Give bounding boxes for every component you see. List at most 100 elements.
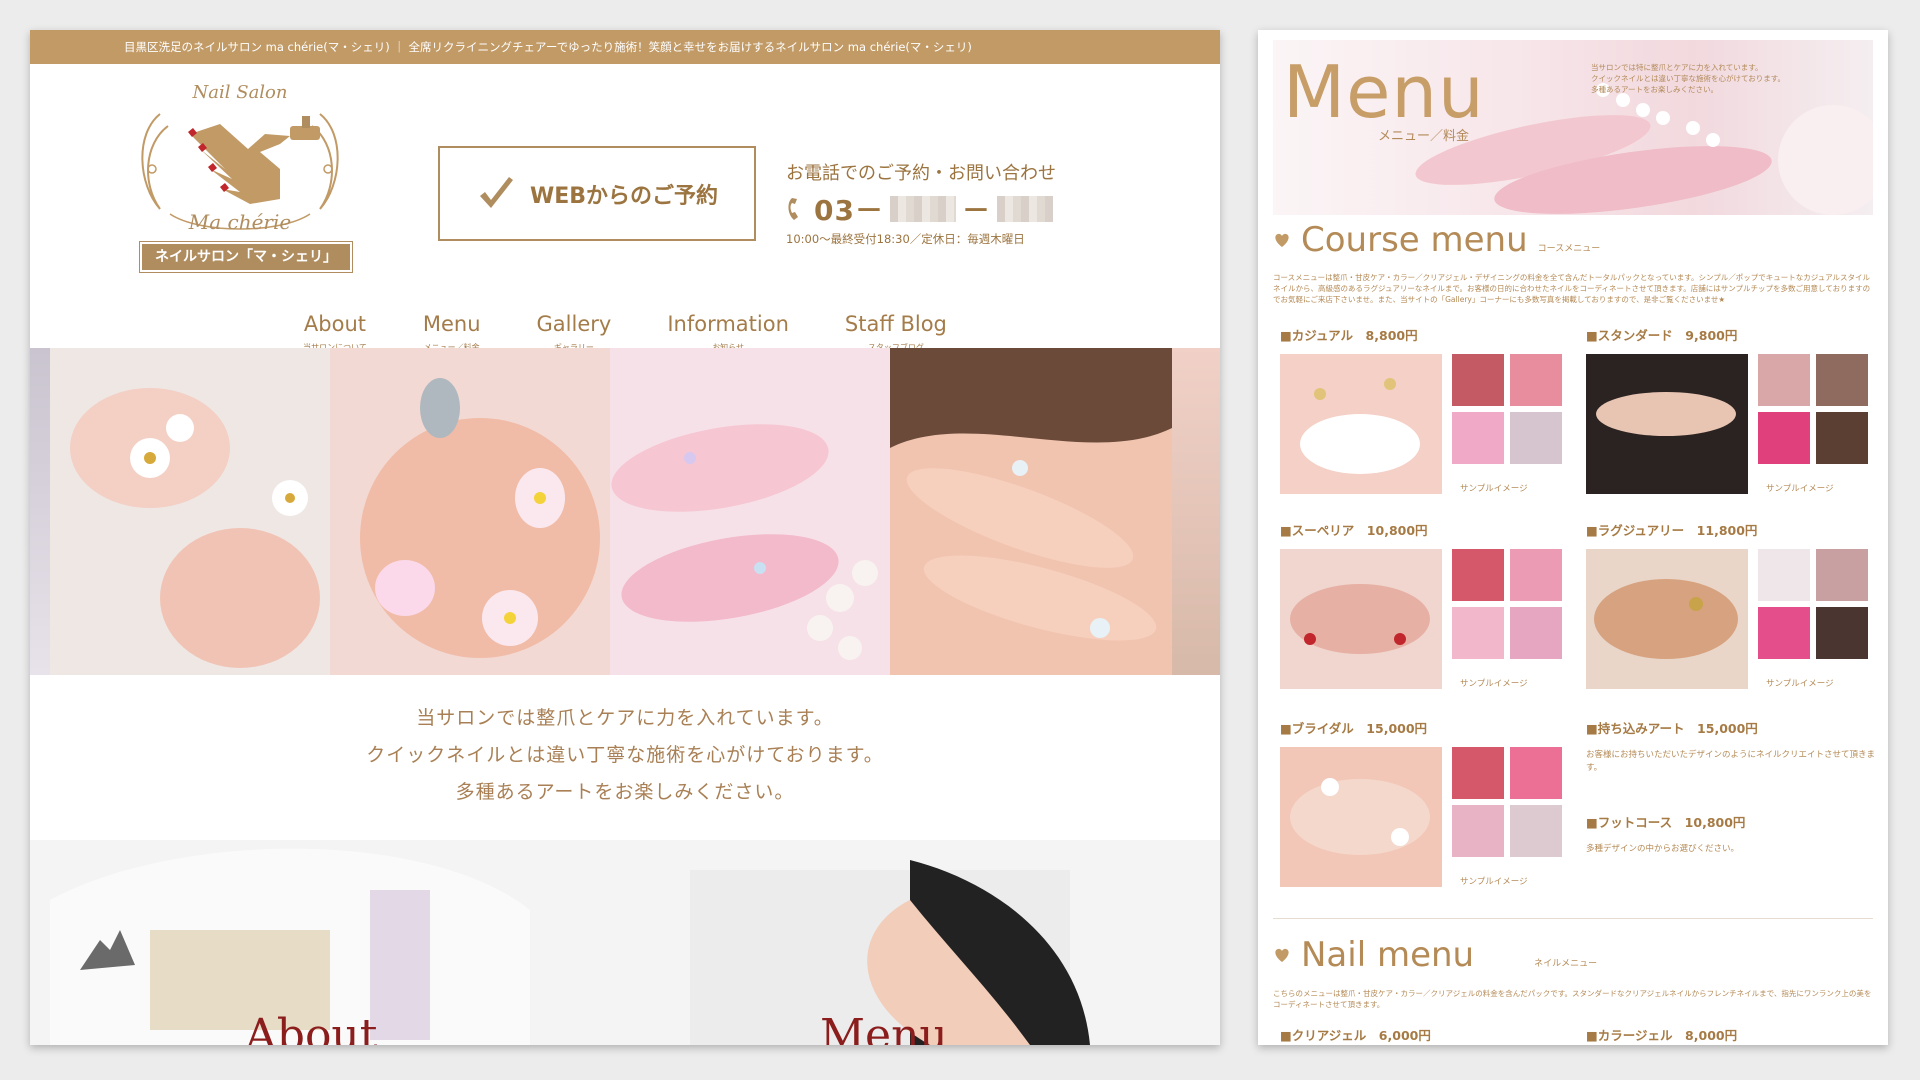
course-name: ■持ち込みアート 15,000円: [1586, 721, 1758, 736]
sample-thumb[interactable]: [1510, 412, 1562, 464]
sample-thumb[interactable]: [1452, 607, 1504, 659]
intro-message: 当サロンでは整爪とケアに力を入れています。 クイックネイルとは違い丁寧な施術を心…: [30, 700, 1220, 811]
hero-slider[interactable]: [30, 348, 1220, 675]
course-name: ■ブライダル 15,000円: [1280, 721, 1428, 736]
nail-item: ■クリアジェル 6,000円: [1280, 1028, 1431, 1043]
site-header: Nail Salon Ma chérie ネイルサロン「マ・シェリ」 WEBから…: [30, 64, 1220, 354]
svg-text:Nail Salon: Nail Salon: [192, 82, 288, 103]
sample-thumb[interactable]: [1758, 607, 1810, 659]
sample-thumb[interactable]: [1816, 412, 1868, 464]
section-divider: [1273, 918, 1873, 919]
menu-page-title: Menu: [1283, 50, 1485, 134]
course-name: ■フットコース 10,800円: [1586, 815, 1746, 830]
course-bring-art: ■持ち込みアート 15,000円 お客様にお持ちいただいたデザインのようにネイル…: [1586, 718, 1876, 775]
course-bridal: ■ブライダル 15,000円 サンプルイメージ: [1280, 718, 1570, 897]
sample-thumb[interactable]: [1452, 549, 1504, 601]
sample-caption: サンプルイメージ: [1460, 679, 1528, 689]
sample-thumb[interactable]: [1758, 549, 1810, 601]
course-menu-heading: Course menu コースメニュー: [1273, 220, 1600, 260]
sample-caption: サンプルイメージ: [1460, 484, 1528, 494]
phone-number-prefix[interactable]: 03－: [814, 189, 884, 229]
course-menu-desc: コースメニューは整爪・甘皮ケア・カラー／クリアジェル・デザイニングの料金を全て含…: [1273, 273, 1871, 304]
course-main-photo[interactable]: [1280, 549, 1442, 689]
sample-thumb[interactable]: [1452, 805, 1504, 857]
menu-hero-banner: Menu メニュー／料金 当サロンでは特に整爪とケアに力を入れています。 クイッ…: [1273, 40, 1873, 215]
menu-page: Menu メニュー／料金 当サロンでは特に整爪とケアに力を入れています。 クイッ…: [1258, 30, 1888, 1045]
course-foot: ■フットコース 10,800円 多種デザインの中からお選びください。: [1586, 812, 1876, 856]
sample-thumb[interactable]: [1452, 747, 1504, 799]
web-reservation-button[interactable]: WEBからのご予約: [438, 146, 756, 241]
nav-item-gallery[interactable]: Gallery ギャラリー: [509, 312, 640, 353]
nav-label: About: [303, 312, 367, 336]
intro-line: 当サロンでは整爪とケアに力を入れています。: [416, 707, 834, 729]
nav-label: Menu: [422, 312, 481, 336]
sample-thumb[interactable]: [1452, 354, 1504, 406]
nail-menu-heading: Nail menu ネイルメニュー: [1273, 935, 1597, 975]
course-luxury: ■ラグジュアリー 11,800円 サンプルイメージ: [1586, 520, 1876, 699]
feature-tiles: About Menu: [30, 840, 1220, 1045]
phone-caption: お電話でのご予約・お問い合わせ: [786, 163, 1056, 184]
global-nav: About 当サロンについて Menu メニュー／料金 Gallery ギャラリ…: [30, 312, 1220, 353]
sample-thumb[interactable]: [1510, 747, 1562, 799]
nav-label: Information: [667, 312, 789, 336]
sample-thumb[interactable]: [1816, 607, 1868, 659]
intro-line: 多種あるアートをお楽しみください。: [455, 781, 795, 803]
nail-menu-desc: こちらのメニューは整爪・甘皮ケア・カラー／クリアジェルの料金を含んだパックです。…: [1273, 989, 1872, 1009]
web-reservation-label: WEBからのご予約: [529, 183, 719, 209]
tile-menu-title[interactable]: Menu: [820, 1010, 948, 1045]
top-banner-text: 目黒区洗足のネイルサロン ma chérie(マ・シェリ) ｜ 全席リクライニン…: [30, 30, 1220, 64]
nav-item-staff-blog[interactable]: Staff Blog スタッフブログ: [817, 312, 975, 353]
nail-menu-title: Nail menu: [1301, 935, 1475, 975]
heart-icon: [1275, 233, 1289, 247]
phone-contact: お電話でのご予約・お問い合わせ 03－ － 10:00〜最終受付18:30／定休…: [786, 159, 1086, 247]
nav-label: Gallery: [536, 312, 612, 336]
course-main-photo[interactable]: [1280, 354, 1442, 494]
heart-icon: [1275, 948, 1289, 962]
course-menu-sub: コースメニュー: [1537, 244, 1601, 254]
course-main-photo[interactable]: [1586, 549, 1748, 689]
intro-line: クイックネイルとは違い丁寧な施術を心がけております。: [366, 744, 884, 766]
menu-hero-note: 当サロンでは特に整爪とケアに力を入れています。 クイックネイルとは違い丁寧な施術…: [1591, 63, 1786, 94]
nav-item-about[interactable]: About 当サロンについて: [275, 312, 395, 353]
sample-thumb[interactable]: [1510, 805, 1562, 857]
sample-thumb[interactable]: [1510, 607, 1562, 659]
hero-slide-pastel-nails: [330, 348, 610, 675]
nav-item-information[interactable]: Information お知らせ: [639, 312, 817, 353]
nail-item: ■カラージェル 8,000円: [1586, 1028, 1738, 1043]
sample-caption: サンプルイメージ: [1460, 877, 1528, 887]
logo-badge: ネイルサロン「マ・シェリ」: [139, 241, 353, 273]
course-menu-title: Course menu: [1301, 220, 1528, 260]
hero-slide-french-nails: [890, 348, 1172, 675]
menu-page-subtitle: メニュー／料金: [1378, 129, 1470, 144]
salon-interior-photos: [30, 840, 1220, 1045]
course-casual: ■カジュアル 8,800円 サンプルイメージ: [1280, 325, 1570, 504]
sample-thumb[interactable]: [1510, 354, 1562, 406]
sample-caption: サンプルイメージ: [1766, 484, 1834, 494]
course-main-photo[interactable]: [1586, 354, 1748, 494]
sample-thumb[interactable]: [1452, 412, 1504, 464]
sample-thumb[interactable]: [1816, 549, 1868, 601]
hero-slide-edge: [1172, 348, 1220, 675]
phone-number-separator: －: [961, 194, 991, 227]
course-main-photo[interactable]: [1280, 747, 1442, 887]
phone-icon: [788, 198, 798, 220]
course-name: ■カジュアル 8,800円: [1280, 328, 1418, 343]
sample-thumb[interactable]: [1816, 354, 1868, 406]
checkmark-icon: [479, 176, 513, 208]
course-superior: ■スーペリア 10,800円 サンプルイメージ: [1280, 520, 1570, 699]
nav-label: Staff Blog: [844, 312, 947, 336]
sample-thumb[interactable]: [1758, 412, 1810, 464]
tile-about-title[interactable]: About: [245, 1010, 377, 1045]
salon-top-page: 目黒区洗足のネイルサロン ma chérie(マ・シェリ) ｜ 全席リクライニン…: [30, 30, 1220, 1045]
course-text: 多種デザインの中からお選びください。: [1586, 844, 1740, 854]
nail-menu-sub: ネイルメニュー: [1534, 959, 1598, 969]
sample-thumb[interactable]: [1758, 354, 1810, 406]
sample-thumb[interactable]: [1510, 549, 1562, 601]
nav-item-menu[interactable]: Menu メニュー／料金: [395, 312, 509, 353]
course-text: お客様にお持ちいただいたデザインのようにネイルクリエイトさせて頂きます。: [1586, 750, 1876, 773]
course-name: ■スタンダード 9,800円: [1586, 328, 1738, 343]
business-hours: 10:00〜最終受付18:30／定休日：毎週木曜日: [786, 232, 1025, 246]
svg-text:Ma chérie: Ma chérie: [188, 210, 291, 234]
hero-slide-pearl-nails: [610, 348, 890, 675]
course-standard: ■スタンダード 9,800円 サンプルイメージ: [1586, 325, 1876, 504]
